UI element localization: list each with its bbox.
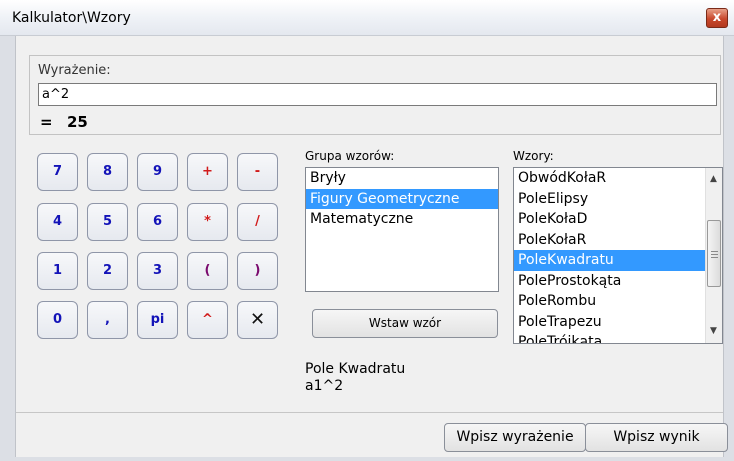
formula-list-item[interactable]: PoleRombu: [514, 291, 722, 312]
formula-list[interactable]: ObwódKołaR PoleElipsy PoleKołaD PoleKołaR Po…: [513, 167, 723, 344]
scroll-thumb[interactable]: [707, 220, 721, 287]
key-close-paren[interactable]: ): [237, 252, 278, 290]
key-pi[interactable]: pi: [137, 301, 178, 339]
key-1[interactable]: 1: [37, 252, 78, 290]
key-7[interactable]: 7: [37, 153, 78, 191]
formula-list-label: Wzory:: [513, 149, 554, 163]
expression-input[interactable]: [38, 83, 717, 106]
formula-list-item[interactable]: PoleKwadratu: [514, 250, 722, 271]
expression-label: Wyrażenie:: [38, 63, 111, 78]
formula-name: Pole Kwadratu: [305, 361, 406, 377]
key-comma[interactable]: ,: [87, 301, 128, 339]
key-5[interactable]: 5: [87, 203, 128, 241]
write-expression-button[interactable]: Wpisz wyrażenie: [444, 423, 586, 452]
scroll-down-icon[interactable]: ▼: [710, 326, 717, 336]
key-plus[interactable]: +: [187, 153, 228, 191]
formula-list-item[interactable]: PoleTrójkąta: [514, 332, 722, 343]
formula-list-item[interactable]: PoleTrapezu: [514, 312, 722, 333]
group-list-item[interactable]: Matematyczne: [306, 209, 498, 230]
group-list-item[interactable]: Figury Geometryczne: [306, 188, 498, 209]
close-icon[interactable]: x: [706, 8, 728, 28]
calculator-window: Kalkulator\Wzory x Wyrażenie: =25 789+-4…: [0, 0, 734, 461]
formula-expression: a1^2: [305, 378, 344, 394]
title-bar[interactable]: Kalkulator\Wzory x: [0, 0, 734, 36]
formula-description: Pole Kwadratu a1^2: [305, 361, 405, 395]
scroll-up-icon[interactable]: ▲: [710, 174, 717, 184]
key-clear[interactable]: ✕: [237, 301, 278, 339]
key-minus[interactable]: -: [237, 153, 278, 191]
window-title: Kalkulator\Wzory: [12, 10, 131, 26]
formula-list-item[interactable]: PoleKołaR: [514, 230, 722, 251]
equals-sign: =: [40, 113, 53, 131]
key-3[interactable]: 3: [137, 252, 178, 290]
group-list-item[interactable]: Bryły: [306, 168, 498, 189]
formula-scrollbar[interactable]: ▲ ▼: [705, 168, 722, 343]
key-power[interactable]: ^: [187, 301, 228, 339]
formula-list-item[interactable]: PoleProstokąta: [514, 271, 722, 292]
group-list-label: Grupa wzorów:: [305, 149, 395, 163]
key-divide[interactable]: /: [237, 203, 278, 241]
key-9[interactable]: 9: [137, 153, 178, 191]
formula-list-item[interactable]: PoleElipsy: [514, 189, 722, 210]
key-8[interactable]: 8: [87, 153, 128, 191]
result-display: = 25: [40, 113, 88, 131]
key-4[interactable]: 4: [37, 203, 78, 241]
formula-list-item[interactable]: ObwódKołaR: [514, 168, 722, 189]
key-open-paren[interactable]: (: [187, 252, 228, 290]
key-multiply[interactable]: *: [187, 203, 228, 241]
group-list[interactable]: Bryły Figury Geometryczne Matematyczne: [305, 167, 499, 292]
key-6[interactable]: 6: [137, 203, 178, 241]
formula-list-item[interactable]: PoleKołaD: [514, 209, 722, 230]
insert-formula-button[interactable]: Wstaw wzór: [312, 309, 498, 338]
key-0[interactable]: 0: [37, 301, 78, 339]
key-2[interactable]: 2: [87, 252, 128, 290]
result-value: 25: [67, 113, 88, 131]
write-result-button[interactable]: Wpisz wynik: [585, 423, 728, 452]
